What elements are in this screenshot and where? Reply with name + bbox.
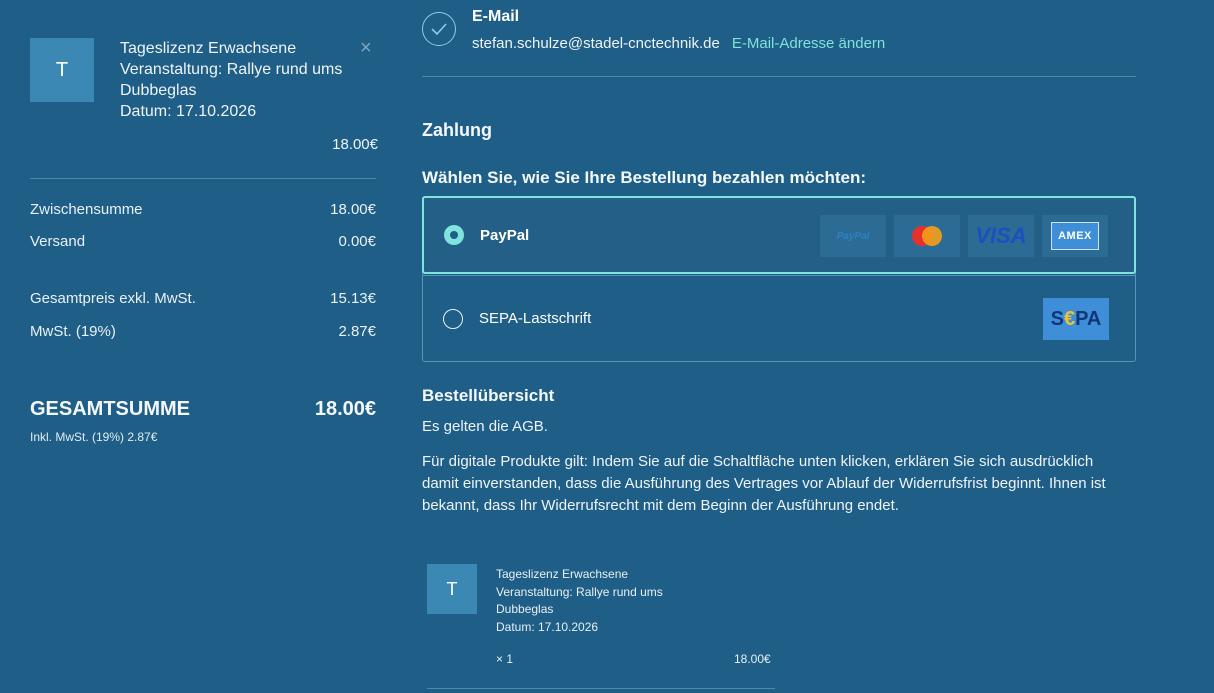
paypal-logo-icon: PayPal <box>820 215 886 257</box>
overview-item-title: Tageslizenz Erwachsene <box>496 567 629 581</box>
shipping-row: Versand 0.00€ <box>30 233 376 250</box>
amex-logo-icon: AMEX <box>1042 215 1108 257</box>
check-icon <box>422 12 456 46</box>
shipping-value: 0.00€ <box>338 233 376 250</box>
subtotal-label: Zwischensumme <box>30 201 143 218</box>
divider <box>30 178 376 179</box>
payment-option-sepa[interactable]: SEPA-Lastschrift S € PA <box>423 275 1135 361</box>
total-label: GESAMTSUMME <box>30 398 190 420</box>
payment-question: Wählen Sie, wie Sie Ihre Bestellung beza… <box>422 168 866 187</box>
payment-heading: Zahlung <box>422 120 492 140</box>
sepa-logo-icon: S € PA <box>1043 298 1109 340</box>
divider <box>427 688 775 689</box>
cart-item-title: Tageslizenz Erwachsene <box>120 40 297 57</box>
email-line: stefan.schulze@stadel-cnctechnik.de E-Mai… <box>472 35 885 52</box>
change-email-link[interactable]: E-Mail-Adresse ändern <box>732 35 885 52</box>
overview-item-price: 18.00€ <box>734 652 771 666</box>
payment-logos: PayPal VISA AMEX <box>820 215 1108 257</box>
amex-logo-text: AMEX <box>1051 222 1099 250</box>
net-price-row: Gesamtpreis exkl. MwSt. 15.13€ <box>30 290 376 307</box>
net-price-label: Gesamtpreis exkl. MwSt. <box>30 290 196 307</box>
sepa-logo-pa: PA <box>1075 307 1102 330</box>
cart-item-event: Veranstaltung: Rallye rund ums <box>120 61 343 78</box>
cart-item-date: Datum: 17.10.2026 <box>120 103 257 120</box>
overview-item-details: Tageslizenz Erwachsene Veranstaltung: Ra… <box>496 566 663 636</box>
overview-item-event: Veranstaltung: Rallye rund ums <box>496 584 663 599</box>
subtotal-row: Zwischensumme 18.00€ <box>30 201 376 218</box>
payment-option-label: PayPal <box>480 226 530 244</box>
subtotal-value: 18.00€ <box>330 201 376 218</box>
radio-unselected-icon[interactable] <box>443 308 463 329</box>
terms-note: Es gelten die AGB. <box>422 418 548 435</box>
payment-options: PayPal PayPal VISA AMEX SEPA-Lastschrift… <box>422 196 1136 362</box>
visa-logo-icon: VISA <box>968 215 1034 257</box>
net-price-value: 15.13€ <box>330 290 376 307</box>
product-avatar: T <box>427 564 477 614</box>
cart-item-event-cont: Dubbeglas <box>120 82 197 99</box>
vat-row: MwSt. (19%) 2.87€ <box>30 323 376 340</box>
email-address: stefan.schulze@stadel-cnctechnik.de <box>472 35 720 52</box>
overview-heading: Bestellübersicht <box>422 386 555 405</box>
payment-option-paypal[interactable]: PayPal PayPal VISA AMEX <box>422 196 1136 274</box>
total-row: GESAMTSUMME 18.00€ <box>30 398 376 421</box>
mastercard-logo-icon <box>894 215 960 257</box>
legal-notice: Für digitale Produkte gilt: Indem Sie au… <box>422 453 1106 514</box>
product-avatar: T <box>30 38 94 102</box>
total-value: 18.00€ <box>314 398 376 420</box>
cart-item-details: Tageslizenz Erwachsene Veranstaltung: Ra… <box>120 38 370 122</box>
cart-item-price: 18.00€ <box>332 136 378 153</box>
vat-label: MwSt. (19%) <box>30 323 116 340</box>
remove-item-icon[interactable]: × <box>360 38 372 58</box>
order-summary-panel: T Tageslizenz Erwachsene Veranstaltung: … <box>0 0 400 693</box>
total-vat-note: Inkl. MwSt. (19%) 2.87€ <box>30 430 158 444</box>
overview-item-event-cont: Dubbeglas <box>496 602 554 616</box>
overview-item-quantity: × 1 <box>496 652 514 666</box>
vat-value: 2.87€ <box>338 323 376 340</box>
sepa-logo-euro: € <box>1063 307 1076 330</box>
sepa-logo-s: S <box>1050 307 1064 330</box>
overview-item-date: Datum: 17.10.2026 <box>496 619 599 634</box>
payment-option-label: SEPA-Lastschrift <box>479 310 592 327</box>
shipping-label: Versand <box>30 233 86 250</box>
email-title: E-Mail <box>472 8 520 25</box>
divider <box>422 76 1136 77</box>
radio-selected-icon[interactable] <box>444 225 464 245</box>
